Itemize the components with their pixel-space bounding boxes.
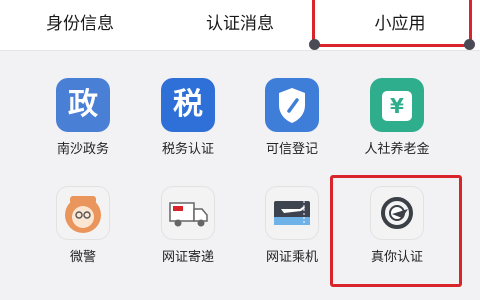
tab-highlight-frame xyxy=(309,0,475,50)
nansha-gov-icon: 政 xyxy=(56,78,110,132)
app-highlight-frame xyxy=(330,175,462,287)
boarding-pass-icon xyxy=(265,186,319,240)
tab-identity-info[interactable]: 身份信息 xyxy=(0,0,160,50)
pension-icon: ¥ xyxy=(370,78,424,132)
app-label: 税务认证 xyxy=(161,142,214,157)
app-micro-police[interactable]: 微警 xyxy=(28,186,138,286)
app-label: 网证寄递 xyxy=(161,250,214,265)
shield-icon xyxy=(265,78,319,132)
app-id-mail[interactable]: 网证寄递 xyxy=(133,186,243,286)
delivery-truck-icon xyxy=(161,186,215,240)
app-nansha-gov[interactable]: 政 南沙政务 xyxy=(28,78,138,178)
app-label: 南沙政务 xyxy=(56,142,109,157)
frame-dot-right xyxy=(464,39,475,50)
app-pension[interactable]: ¥ 人社养老金 xyxy=(342,78,452,178)
svg-text:¥: ¥ xyxy=(390,94,404,118)
frame-dot-left xyxy=(309,39,320,50)
app-tax-auth[interactable]: 税 税务认证 xyxy=(133,78,243,178)
tax-auth-icon: 税 xyxy=(161,78,215,132)
police-avatar-icon xyxy=(56,186,110,240)
app-label: 人社养老金 xyxy=(364,142,430,157)
app-label: 可信登记 xyxy=(265,142,318,157)
app-trusted-registration[interactable]: 可信登记 xyxy=(237,78,347,178)
app-label: 微警 xyxy=(69,250,96,265)
tab-auth-messages[interactable]: 认证消息 xyxy=(160,0,320,50)
